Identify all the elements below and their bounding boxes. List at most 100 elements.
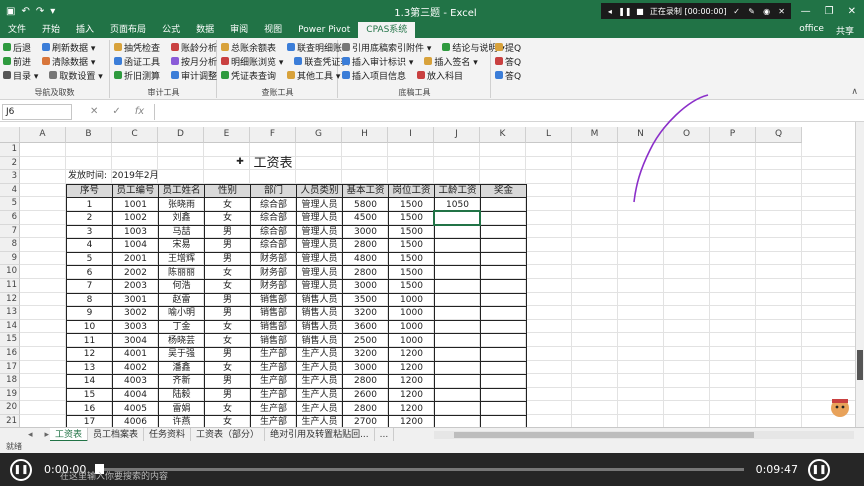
column-title[interactable]: 岗位工资: [388, 183, 435, 199]
table-cell[interactable]: 管理人员: [296, 197, 343, 212]
column-header-G[interactable]: G: [296, 127, 342, 143]
account-name[interactable]: office: [799, 24, 824, 37]
table-cell[interactable]: 2700: [342, 414, 389, 427]
table-cell[interactable]: [434, 387, 481, 403]
sheet-tab-absolute-ref[interactable]: 绝对引用及转置粘贴回...: [265, 427, 375, 442]
table-cell[interactable]: [480, 374, 527, 389]
table-cell[interactable]: [434, 224, 481, 240]
table-cell[interactable]: [434, 319, 481, 335]
table-cell[interactable]: 1000: [388, 292, 435, 308]
table-cell[interactable]: 16: [66, 401, 113, 416]
project-info-button[interactable]: 插入项目信息: [342, 69, 406, 82]
table-cell[interactable]: 1200: [388, 387, 435, 403]
table-cell[interactable]: 女: [204, 197, 251, 212]
table-cell[interactable]: 男: [204, 346, 251, 362]
table-cell[interactable]: 1003: [112, 224, 159, 240]
table-cell[interactable]: 3000: [342, 278, 389, 294]
table-cell[interactable]: 2800: [342, 401, 389, 416]
table-cell[interactable]: [480, 197, 527, 212]
column-title[interactable]: 工龄工资: [434, 183, 481, 199]
table-cell[interactable]: 1500: [388, 210, 435, 226]
table-cell[interactable]: [434, 401, 481, 416]
row-header-6[interactable]: 6: [0, 211, 20, 225]
table-cell[interactable]: 2800: [342, 265, 389, 280]
table-cell[interactable]: 1200: [388, 346, 435, 362]
formula-input[interactable]: [154, 103, 864, 120]
column-title[interactable]: 基本工资: [342, 183, 389, 199]
table-cell[interactable]: [434, 238, 481, 253]
tab-insert[interactable]: 插入: [68, 22, 102, 38]
table-cell[interactable]: 3002: [112, 306, 159, 321]
clear-data-button[interactable]: 清除数据 ▾: [42, 55, 95, 68]
table-cell[interactable]: 17: [66, 414, 113, 427]
table-cell[interactable]: 综合部: [250, 224, 297, 240]
column-header-D[interactable]: D: [158, 127, 204, 143]
table-cell[interactable]: 5: [66, 251, 113, 267]
restore-button[interactable]: ❐: [825, 6, 834, 17]
column-header-O[interactable]: O: [664, 127, 710, 143]
table-cell[interactable]: 杨晓芸: [158, 333, 205, 348]
table-cell[interactable]: 男: [204, 238, 251, 253]
table-cell[interactable]: 综合部: [250, 197, 297, 212]
pause-button[interactable]: ❚❚: [10, 458, 32, 481]
table-cell[interactable]: [480, 306, 527, 321]
share-button[interactable]: 共享: [836, 24, 854, 37]
table-cell[interactable]: 赵雷: [158, 292, 205, 308]
cancel-icon[interactable]: ✕: [90, 106, 98, 117]
minimize-button[interactable]: —: [801, 6, 811, 17]
ask-q-button[interactable]: 提Q: [495, 41, 521, 54]
table-cell[interactable]: 生产部: [250, 374, 297, 389]
detail-browse-button[interactable]: 明细账浏览 ▾: [221, 55, 283, 68]
table-cell[interactable]: [480, 414, 527, 427]
table-cell[interactable]: 生产人员: [296, 387, 343, 403]
column-header-E[interactable]: E: [204, 127, 250, 143]
table-cell[interactable]: 女: [204, 333, 251, 348]
column-header-P[interactable]: P: [710, 127, 756, 143]
table-cell[interactable]: 4500: [342, 210, 389, 226]
table-cell[interactable]: 3003: [112, 319, 159, 335]
redo-icon[interactable]: ↷: [36, 6, 44, 17]
table-cell[interactable]: 6: [66, 265, 113, 280]
save-icon[interactable]: ▣: [6, 6, 15, 17]
table-cell[interactable]: 女: [204, 360, 251, 376]
row-header-10[interactable]: 10: [0, 265, 20, 279]
table-cell[interactable]: 2: [66, 210, 113, 226]
table-cell[interactable]: 9: [66, 306, 113, 321]
table-cell[interactable]: 1000: [388, 333, 435, 348]
table-cell[interactable]: 1500: [388, 251, 435, 267]
table-cell[interactable]: 管理人员: [296, 224, 343, 240]
column-title[interactable]: 奖金: [480, 183, 527, 199]
table-cell[interactable]: 男: [204, 292, 251, 308]
tab-view[interactable]: 视图: [256, 22, 290, 38]
table-cell[interactable]: 4800: [342, 251, 389, 267]
table-cell[interactable]: 4001: [112, 346, 159, 362]
customize-icon[interactable]: ▾: [50, 6, 55, 17]
table-cell[interactable]: 生产人员: [296, 360, 343, 376]
table-cell[interactable]: 生产部: [250, 346, 297, 362]
table-cell[interactable]: 1200: [388, 374, 435, 389]
rec-check-icon[interactable]: ✓: [732, 6, 742, 16]
table-cell[interactable]: 销售部: [250, 333, 297, 348]
table-cell[interactable]: 财务部: [250, 265, 297, 280]
sheet-tab-more[interactable]: ...: [375, 427, 395, 442]
table-cell[interactable]: 2800: [342, 238, 389, 253]
table-cell[interactable]: 1002: [112, 210, 159, 226]
row-header-9[interactable]: 9: [0, 251, 20, 266]
column-title[interactable]: 员工编号: [112, 183, 159, 199]
table-cell[interactable]: 张晓雨: [158, 197, 205, 212]
table-cell[interactable]: 4003: [112, 374, 159, 389]
tab-review[interactable]: 审阅: [222, 22, 256, 38]
other-tools-button[interactable]: 其他工具 ▾: [287, 69, 340, 82]
table-cell[interactable]: 男: [204, 224, 251, 240]
table-cell[interactable]: 1200: [388, 360, 435, 376]
sheet-tab-task-data[interactable]: 任务资料: [144, 427, 192, 442]
detail-lookup-button[interactable]: 联查明细账: [287, 41, 342, 54]
table-cell[interactable]: 女: [204, 210, 251, 226]
table-cell[interactable]: 综合部: [250, 210, 297, 226]
tab-page-layout[interactable]: 页面布局: [102, 22, 154, 38]
table-cell[interactable]: [480, 292, 527, 308]
vertical-scrollbar[interactable]: [855, 122, 864, 427]
ledger-balance-button[interactable]: 总账余额表: [221, 41, 276, 54]
row-header-13[interactable]: 13: [0, 306, 20, 320]
table-cell[interactable]: 刘鑫: [158, 210, 205, 226]
